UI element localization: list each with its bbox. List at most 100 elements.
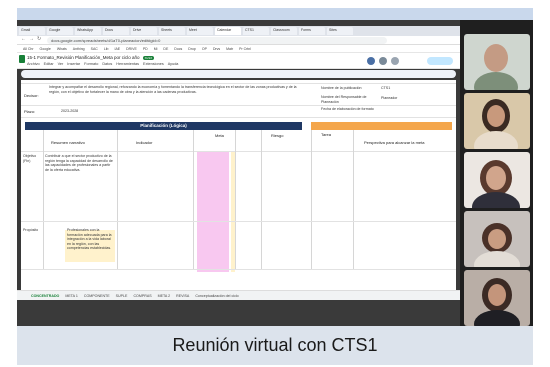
url-input[interactable]: docs.google.com/spreadsheets/d/1aT0-plan…: [47, 37, 387, 44]
meet-icon[interactable]: [391, 57, 399, 65]
bookmark[interactable]: PD: [143, 45, 148, 52]
browser-tab-strip: Gmail Google WhatsApp Docs Drive Sheets …: [17, 26, 460, 36]
sheet-tab[interactable]: META 2: [158, 291, 171, 300]
participant-tile[interactable]: [464, 93, 530, 149]
browser-tab[interactable]: Google: [47, 27, 73, 35]
browser-tab[interactable]: Sheets: [159, 27, 185, 35]
bookmark[interactable]: All Chr: [23, 45, 34, 52]
sheet-tab[interactable]: SUPLE: [116, 291, 128, 300]
row-label: Plazo:: [24, 109, 36, 114]
menu-item[interactable]: Herramientas: [116, 62, 139, 66]
cell-text[interactable]: 2023-2028: [61, 109, 78, 114]
share-button[interactable]: [427, 57, 453, 65]
bookmark[interactable]: IAE: [114, 45, 120, 52]
reload-icon[interactable]: ↻: [37, 36, 41, 42]
participant-tile[interactable]: [464, 152, 530, 208]
participant-body: [474, 131, 518, 149]
menu-item[interactable]: Insertar: [67, 62, 80, 66]
browser-tab[interactable]: Meet: [187, 27, 213, 35]
side-value[interactable]: CTS1: [381, 86, 390, 91]
menu-item[interactable]: Archivo: [27, 62, 40, 66]
bookmark[interactable]: Pr Crtnl: [239, 45, 251, 52]
menu-item[interactable]: Ayuda: [168, 62, 179, 66]
browser-tab[interactable]: Docs: [103, 27, 129, 35]
bookmark[interactable]: Docs: [174, 45, 182, 52]
sheet-row: Plazo: 2023-2028 Fecha de elaboración de…: [21, 106, 456, 118]
bookmark[interactable]: DRIVE: [126, 45, 137, 52]
browser-tab[interactable]: Forms: [299, 27, 325, 35]
avatar[interactable]: [367, 57, 375, 65]
bookmark[interactable]: Google: [40, 45, 51, 52]
sheets-logo-icon: [19, 55, 25, 63]
sheet-tab[interactable]: COMPONENTE: [84, 291, 110, 300]
column-header: Riesgo: [271, 133, 284, 138]
section-header: Planificación (Lógica): [25, 122, 302, 130]
column-header: Resumen narrativo: [51, 140, 85, 145]
participant-face: [487, 105, 505, 127]
participant-tile[interactable]: [464, 211, 530, 267]
sheet-tab[interactable]: COMPRAS: [133, 291, 151, 300]
participant-face: [488, 229, 506, 249]
browser-tab[interactable]: Drive: [131, 27, 157, 35]
address-bar: ← → ↻ docs.google.com/spreadsheets/d/1aT…: [17, 36, 460, 45]
bookmark[interactable]: Drop: [188, 45, 196, 52]
cell-text[interactable]: Profesionales con la formación adecuada …: [67, 228, 113, 264]
participant-tile[interactable]: [464, 34, 530, 90]
sheet-tab[interactable]: REVISA: [176, 291, 189, 300]
column-header: Meta: [215, 133, 224, 138]
back-icon[interactable]: ←: [21, 36, 26, 42]
cell-text[interactable]: Contribuir a que el sector productivo de…: [45, 154, 115, 220]
participant-body: [472, 192, 520, 208]
browser-tab-active[interactable]: Calendar: [215, 27, 241, 35]
participant-face: [486, 166, 506, 190]
bookmark[interactable]: Matr: [226, 45, 233, 52]
bookmark[interactable]: Lib: [104, 45, 109, 52]
bookmark[interactable]: Drvs: [213, 45, 220, 52]
sheet-tab-active[interactable]: CONCENTRADO: [31, 291, 59, 300]
bookmark[interactable]: Mi: [154, 45, 158, 52]
participant-tile[interactable]: [464, 270, 530, 326]
shared-screen: Gmail Google WhatsApp Docs Drive Sheets …: [17, 20, 460, 326]
formatting-toolbar[interactable]: [21, 70, 456, 78]
meeting-top-bar: [17, 8, 533, 20]
participant-body: [474, 72, 518, 90]
participant-face: [488, 284, 506, 306]
browser-tab[interactable]: Gmail: [19, 27, 45, 35]
menu-item[interactable]: Editar: [44, 62, 54, 66]
bookmark[interactable]: DE: [163, 45, 168, 52]
menu-item[interactable]: Ver: [58, 62, 64, 66]
table-row: Objetivo (Fin) Contribuir a que el secto…: [21, 152, 456, 222]
table-row: Propósito Profesionales con la formación…: [21, 222, 456, 270]
sheet-tab[interactable]: META 1: [65, 291, 78, 300]
caption-text: Reunión virtual con CTS1: [172, 335, 378, 355]
sheet-tab[interactable]: Conceptualización del ciclo: [195, 291, 238, 300]
spreadsheet-grid[interactable]: Decisor: Integrar y acompañar el desarro…: [21, 80, 456, 290]
browser-tab[interactable]: Classroom: [271, 27, 297, 35]
bookmark[interactable]: Whats: [57, 45, 67, 52]
browser-tab[interactable]: WhatsApp: [75, 27, 101, 35]
bookmark[interactable]: SAC: [91, 45, 98, 52]
bookmarks-bar: All Chr Google Whats Anthing SAC Lib IAE…: [17, 45, 460, 53]
browser-tab[interactable]: Sites: [327, 27, 353, 35]
column-header: Tarea: [321, 132, 332, 137]
orange-header: [311, 122, 452, 130]
menu-bar: Archivo Editar Ver Insertar Formato Dato…: [27, 62, 178, 66]
side-label: Nombre del Responsable de Planeación: [321, 95, 367, 104]
menu-item[interactable]: Formato: [84, 62, 98, 66]
file-type-badge: XLSX: [142, 56, 155, 60]
sheets-header: 15-1 Formato_Revisión Planificación_Meta…: [17, 53, 460, 69]
comments-icon[interactable]: [379, 57, 387, 65]
menu-item[interactable]: Extensiones: [143, 62, 164, 66]
side-label: Fecha de elaboración de formato: [321, 107, 374, 111]
forward-icon[interactable]: →: [29, 36, 34, 42]
cell-text[interactable]: Integrar y acompañar el desarrollo regio…: [49, 85, 297, 105]
browser-tab[interactable]: CTS1: [243, 27, 269, 35]
menu-item[interactable]: Datos: [102, 62, 112, 66]
bookmark[interactable]: OP: [202, 45, 207, 52]
document-title-text: 15-1 Formato_Revisión Planificación_Meta…: [27, 55, 140, 60]
bookmark[interactable]: Anthing: [73, 45, 85, 52]
row-label: Decisor:: [24, 93, 39, 98]
video-call-frame: Gmail Google WhatsApp Docs Drive Sheets …: [17, 8, 533, 326]
side-value[interactable]: Planeador: [381, 96, 397, 101]
document-title[interactable]: 15-1 Formato_Revisión Planificación_Meta…: [27, 55, 155, 60]
